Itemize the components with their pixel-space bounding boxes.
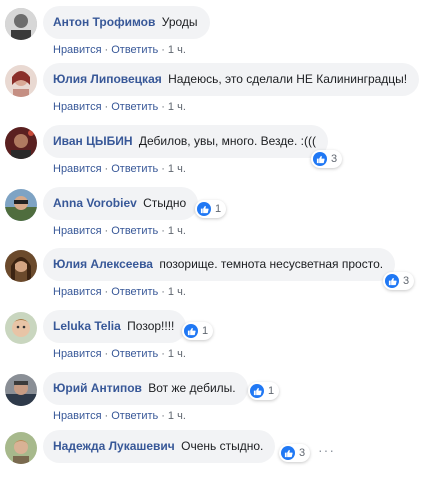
- comment-text: позорище. темнота несусветная просто.: [159, 257, 384, 271]
- comment-author[interactable]: Юрий Антипов: [53, 381, 142, 395]
- reaction-number: 3: [331, 153, 338, 165]
- comment-actions: Нравится · Ответить · 1 ч.: [53, 225, 186, 237]
- comment-time[interactable]: 1 ч.: [168, 348, 186, 360]
- comment-bubble: Anna Vorobiev Стыдно: [43, 187, 199, 220]
- like-link[interactable]: Нравится: [53, 286, 102, 298]
- comment-author[interactable]: Юлия Липовецкая: [53, 72, 162, 86]
- comment-author[interactable]: Антон Трофимов: [53, 15, 155, 29]
- like-link[interactable]: Нравится: [53, 101, 102, 113]
- reaction-count[interactable]: 3: [279, 444, 311, 462]
- comment: Антон Трофимов Уроды Нравится · Ответить · 1…: [0, 6, 445, 64]
- comment-bubble: Надежда Лукашевич Очень стыдно.: [43, 430, 276, 463]
- comment-actions: Нравится · Ответить · 1 ч.: [53, 410, 186, 422]
- thumbs-up-icon: [385, 274, 399, 288]
- reply-link[interactable]: Ответить: [111, 44, 158, 56]
- like-link[interactable]: Нравится: [53, 225, 102, 237]
- reaction-number: 1: [215, 203, 222, 215]
- avatar[interactable]: [5, 127, 37, 159]
- reaction-count[interactable]: 1: [182, 322, 214, 340]
- comment-bubble: Антон Трофимов Уроды: [43, 6, 210, 39]
- reply-link[interactable]: Ответить: [111, 286, 158, 298]
- thumbs-up-icon: [184, 324, 198, 338]
- like-link[interactable]: Нравится: [53, 410, 102, 422]
- thumbs-up-icon: [250, 384, 264, 398]
- avatar[interactable]: [5, 374, 37, 406]
- reaction-count[interactable]: 3: [311, 150, 343, 168]
- comment-author[interactable]: Юлия Алексеева: [53, 257, 153, 271]
- comment-author[interactable]: Anna Vorobiev: [53, 196, 137, 210]
- like-link[interactable]: Нравится: [53, 44, 102, 56]
- comment-text: Надеюсь, это сделали НЕ Калининградцы!: [168, 72, 408, 86]
- comment-text: Вот же дебилы.: [148, 381, 236, 395]
- reaction-number: 1: [202, 325, 209, 337]
- reply-link[interactable]: Ответить: [111, 101, 158, 113]
- comment-time[interactable]: 1 ч.: [168, 410, 186, 422]
- comment-time[interactable]: 1 ч.: [168, 101, 186, 113]
- reaction-count[interactable]: 3: [383, 272, 415, 290]
- comment: Leluka Telia Позор!!!! 1 Нравится · Ответи…: [0, 310, 445, 368]
- reaction-count[interactable]: 1: [248, 382, 280, 400]
- comment: Надежда Лукашевич Очень стыдно. 3 ···: [0, 430, 445, 488]
- reaction-number: 3: [299, 447, 306, 459]
- comment-actions: Нравится · Ответить · 1 ч.: [53, 101, 186, 113]
- comment-bubble: Юрий Антипов Вот же дебилы.: [43, 372, 248, 405]
- reply-link[interactable]: Ответить: [111, 410, 158, 422]
- avatar[interactable]: [5, 432, 37, 464]
- comment-author[interactable]: Иван ЦЫБИН: [53, 134, 133, 148]
- comment-text: Стыдно: [143, 196, 187, 210]
- reply-link[interactable]: Ответить: [111, 163, 158, 175]
- reply-link[interactable]: Ответить: [111, 225, 158, 237]
- comment-bubble: Иван ЦЫБИН Дебилов, увы, много. Везде. :…: [43, 125, 328, 158]
- thumbs-up-icon: [281, 446, 295, 460]
- avatar[interactable]: [5, 189, 37, 221]
- comment: Юлия Липовецкая Надеюсь, это сделали НЕ …: [0, 63, 445, 121]
- comment-bubble: Юлия Липовецкая Надеюсь, это сделали НЕ …: [43, 63, 420, 96]
- comment: Юлия Алексеева позорище. темнота несусве…: [0, 248, 445, 306]
- thumbs-up-icon: [197, 202, 211, 216]
- reaction-number: 3: [403, 275, 410, 287]
- comment: Юрий Антипов Вот же дебилы. 1 Нравится · О…: [0, 372, 445, 430]
- like-link[interactable]: Нравится: [53, 348, 102, 360]
- comment-actions: Нравится · Ответить · 1 ч.: [53, 286, 186, 298]
- comment-text: Дебилов, увы, много. Везде. :(((: [138, 134, 316, 148]
- comment-time[interactable]: 1 ч.: [168, 225, 186, 237]
- comment-author[interactable]: Leluka Telia: [53, 319, 121, 333]
- reaction-number: 1: [268, 385, 275, 397]
- comment: Anna Vorobiev Стыдно 1 Нравится · Ответить…: [0, 187, 445, 245]
- reaction-count[interactable]: 1: [195, 200, 227, 218]
- comment: Иван ЦЫБИН Дебилов, увы, много. Везде. :…: [0, 125, 445, 183]
- comment-bubble: Юлия Алексеева позорище. темнота несусве…: [43, 248, 396, 281]
- avatar[interactable]: [5, 312, 37, 344]
- comment-time[interactable]: 1 ч.: [168, 44, 186, 56]
- avatar[interactable]: [5, 250, 37, 282]
- thumbs-up-icon: [313, 152, 327, 166]
- comment-time[interactable]: 1 ч.: [168, 163, 186, 175]
- comment-actions: Нравится · Ответить · 1 ч.: [53, 163, 186, 175]
- ellipsis-icon[interactable]: ···: [318, 442, 335, 458]
- avatar[interactable]: [5, 65, 37, 97]
- comment-actions: Нравится · Ответить · 1 ч.: [53, 348, 186, 360]
- comment-actions: Нравится · Ответить · 1 ч.: [53, 44, 186, 56]
- comment-time[interactable]: 1 ч.: [168, 286, 186, 298]
- like-link[interactable]: Нравится: [53, 163, 102, 175]
- reply-link[interactable]: Ответить: [111, 348, 158, 360]
- comment-text: Уроды: [161, 15, 198, 29]
- comment-author[interactable]: Надежда Лукашевич: [53, 439, 175, 453]
- avatar[interactable]: [5, 8, 37, 40]
- comment-text: Очень стыдно.: [181, 439, 264, 453]
- comment-bubble: Leluka Telia Позор!!!!: [43, 310, 187, 343]
- comment-text: Позор!!!!: [127, 319, 175, 333]
